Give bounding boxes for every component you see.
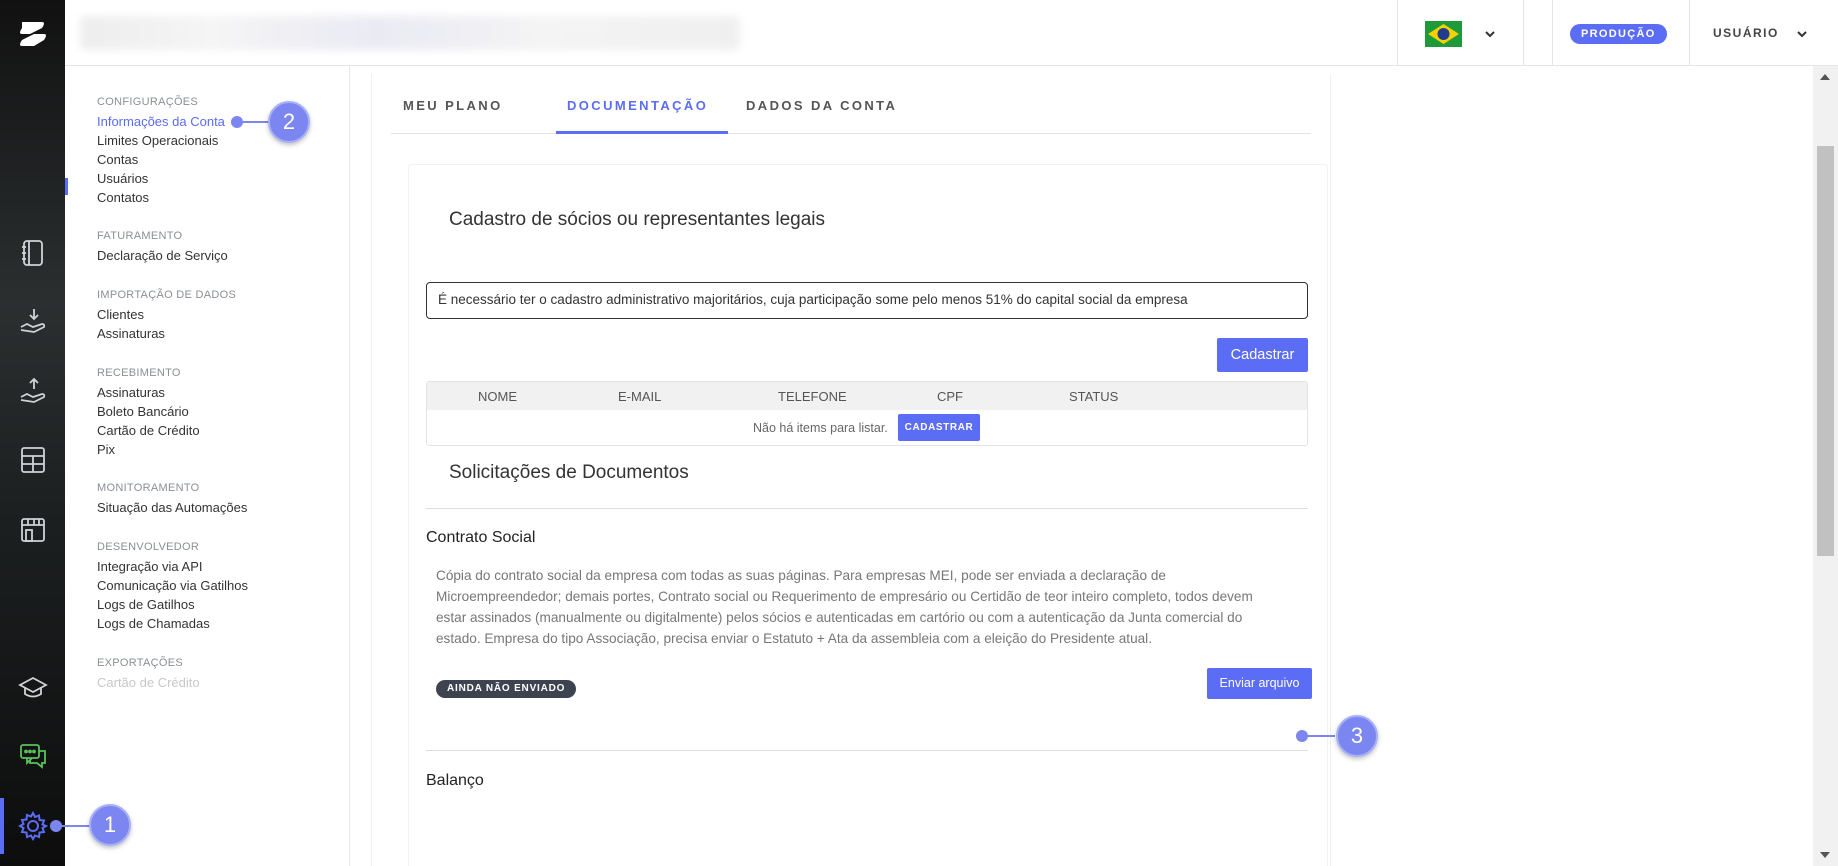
tab-documentacao[interactable]: DOCUMENTAÇÃO: [567, 98, 708, 113]
notebook-icon[interactable]: [14, 234, 52, 272]
blurred-account-info: [80, 16, 740, 50]
gear-icon[interactable]: [14, 807, 52, 845]
tab-meu-plano[interactable]: MEU PLANO: [403, 98, 503, 113]
chevron-down-icon[interactable]: [1795, 27, 1809, 41]
sidebar-group-header: CONFIGURAÇÕES: [97, 96, 199, 108]
divider: [426, 508, 1308, 509]
sidebar-group-desenvolvedor: DESENVOLVEDOR Integração via API Comunic…: [97, 540, 248, 633]
sidebar-group-exportacoes: EXPORTAÇÕES Cartão de Crédito: [97, 656, 200, 692]
chat-icon[interactable]: [14, 737, 52, 775]
sidebar-group-header: RECEBIMENTO: [97, 367, 181, 379]
document-status-badge: AINDA NÃO ENVIADO: [436, 680, 577, 698]
store-icon[interactable]: [14, 511, 52, 549]
sidebar-group-recebimento: RECEBIMENTO Assinaturas Boleto Bancário …: [97, 366, 200, 459]
sidebar-item-logs-de-chamadas[interactable]: Logs de Chamadas: [97, 614, 248, 633]
document-description: Cópia do contrato social da empresa com …: [436, 568, 1253, 646]
sidebar-group-header: DESENVOLVEDOR: [97, 541, 200, 553]
callout-connector: [56, 825, 92, 827]
sidebar-item-cartao-de-credito[interactable]: Cartão de Crédito: [97, 421, 200, 440]
sidebar-item-situacao-das-automacoes[interactable]: Situação das Automações: [97, 498, 247, 517]
sidebar-group-monitoramento: MONITORAMENTO Situação das Automações: [97, 481, 247, 517]
app-window: PRODUÇÃO USUÁRIO CONFIGURAÇÕES Informaçõ…: [0, 0, 1838, 866]
sidebar-item-informacoes-da-conta[interactable]: Informações da Conta: [97, 112, 225, 131]
tab-dados-da-conta[interactable]: DADOS DA CONTA: [746, 98, 897, 113]
sidebar-active-indicator: [65, 178, 68, 195]
sidebar-item-cartao-de-credito-export[interactable]: Cartão de Crédito: [97, 673, 200, 692]
sidebar-group-faturamento: FATURAMENTO Declaração de Serviço: [97, 229, 228, 265]
scroll-down-arrow[interactable]: [1820, 852, 1830, 858]
document-title-balanco: Balanço: [426, 772, 484, 789]
empty-state-text: Não há items para listar.: [753, 421, 888, 435]
rail-active-indicator: [0, 798, 4, 854]
calculator-icon[interactable]: [14, 441, 52, 479]
active-tab-indicator: [556, 131, 728, 134]
main-content: MEU PLANO DOCUMENTAÇÃO DADOS DA CONTA Ca…: [351, 66, 1811, 866]
callout-badge-3: 3: [1336, 715, 1378, 757]
partners-section-title: Cadastro de sócios ou representantes leg…: [449, 209, 826, 230]
graduation-cap-icon[interactable]: [14, 668, 52, 706]
sidebar-group-header: FATURAMENTO: [97, 230, 183, 242]
cadastrar-inline-button[interactable]: CADASTRAR: [898, 414, 980, 441]
hand-download-icon[interactable]: [14, 302, 52, 340]
sidebar-group-importacao: IMPORTAÇÃO DE DADOS Clientes Assinaturas: [97, 288, 236, 343]
sidebar-item-logs-de-gatilhos[interactable]: Logs de Gatilhos: [97, 595, 248, 614]
partners-notice: É necessário ter o cadastro administrati…: [426, 282, 1308, 319]
column-header-email[interactable]: E-MAIL: [618, 389, 661, 404]
table-empty-row: Não há items para listar. CADASTRAR: [427, 410, 1307, 445]
icon-rail: [0, 0, 65, 866]
enviar-arquivo-button[interactable]: Enviar arquivo: [1207, 668, 1312, 699]
tab-bar: MEU PLANO DOCUMENTAÇÃO DADOS DA CONTA: [391, 74, 1311, 134]
column-header-cpf[interactable]: CPF: [937, 389, 963, 404]
sidebar-item-integracao-via-api[interactable]: Integração via API: [97, 557, 248, 576]
table-header: NOME E-MAIL TELEFONE CPF STATUS: [427, 382, 1307, 410]
divider: [1523, 0, 1524, 66]
partners-table: NOME E-MAIL TELEFONE CPF STATUS Não há i…: [426, 381, 1308, 446]
cadastrar-button[interactable]: Cadastrar: [1217, 338, 1308, 372]
settings-sidebar: CONFIGURAÇÕES Informações da Conta Limit…: [65, 66, 350, 866]
scroll-thumb[interactable]: [1817, 146, 1834, 556]
callout-badge-2: 2: [268, 101, 310, 143]
hand-upload-icon[interactable]: [14, 372, 52, 410]
sidebar-item-assinaturas[interactable]: Assinaturas: [97, 383, 200, 402]
scroll-up-arrow[interactable]: [1820, 74, 1830, 80]
environment-badge: PRODUÇÃO: [1570, 24, 1667, 44]
sidebar-group-header: EXPORTAÇÕES: [97, 657, 184, 669]
user-menu[interactable]: USUÁRIO: [1713, 26, 1779, 40]
sidebar-item-usuarios[interactable]: Usuários: [97, 169, 225, 188]
sidebar-group-header: IMPORTAÇÃO DE DADOS: [97, 289, 237, 301]
page-scrollbar[interactable]: [1813, 66, 1838, 866]
content-card: MEU PLANO DOCUMENTAÇÃO DADOS DA CONTA Ca…: [371, 74, 1331, 866]
chevron-down-icon[interactable]: [1483, 27, 1497, 41]
callout-connector: [237, 121, 270, 123]
sidebar-item-assinaturas-import[interactable]: Assinaturas: [97, 324, 236, 343]
sidebar-item-comunicacao-via-gatilhos[interactable]: Comunicação via Gatilhos: [97, 576, 248, 595]
document-title-contrato-social: Contrato Social: [426, 529, 536, 546]
column-header-nome[interactable]: NOME: [478, 389, 517, 404]
divider: [1397, 0, 1398, 66]
callout-badge-1: 1: [89, 804, 131, 846]
sidebar-item-limites-operacionais[interactable]: Limites Operacionais: [97, 131, 225, 150]
sidebar-item-contatos[interactable]: Contatos: [97, 188, 225, 207]
documents-section-title: Solicitações de Documentos: [449, 462, 689, 483]
divider: [426, 750, 1308, 751]
divider: [1552, 0, 1553, 66]
sidebar-group-configuracoes: CONFIGURAÇÕES Informações da Conta Limit…: [97, 95, 225, 207]
sidebar-item-pix[interactable]: Pix: [97, 440, 200, 459]
sidebar-item-clientes[interactable]: Clientes: [97, 305, 236, 324]
top-bar: PRODUÇÃO USUÁRIO: [65, 0, 1838, 66]
sidebar-item-contas[interactable]: Contas: [97, 150, 225, 169]
documentation-panel: Cadastro de sócios ou representantes leg…: [408, 164, 1328, 866]
sidebar-item-declaracao-de-servico[interactable]: Declaração de Serviço: [97, 246, 228, 265]
brazil-flag-icon[interactable]: [1425, 21, 1462, 47]
logo-icon[interactable]: [12, 12, 54, 54]
column-header-status[interactable]: STATUS: [1069, 389, 1118, 404]
column-header-telefone[interactable]: TELEFONE: [778, 389, 847, 404]
callout-connector: [1302, 735, 1335, 737]
sidebar-item-boleto-bancario[interactable]: Boleto Bancário: [97, 402, 200, 421]
divider: [1689, 0, 1690, 66]
sidebar-group-header: MONITORAMENTO: [97, 482, 200, 494]
